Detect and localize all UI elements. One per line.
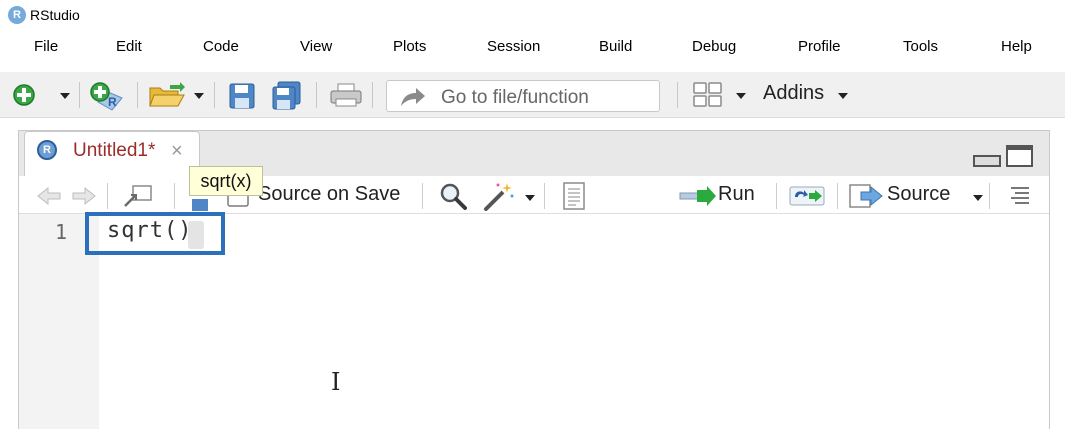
grid-layout-icon[interactable] [693, 82, 723, 113]
line-number: 1 [55, 220, 68, 244]
rstudio-window: R RStudio File Edit Code View Plots Sess… [0, 0, 1065, 429]
goto-file-input[interactable]: Go to file/function [386, 80, 660, 112]
save-icon[interactable] [229, 83, 255, 114]
tab-untitled1[interactable]: R Untitled1* × [24, 131, 200, 177]
menu-edit[interactable]: Edit [116, 38, 142, 55]
outline-icon[interactable] [1009, 185, 1031, 210]
print-icon[interactable] [330, 83, 362, 112]
search-icon[interactable] [439, 182, 467, 215]
menu-file[interactable]: File [34, 38, 58, 55]
menu-debug[interactable]: Debug [692, 38, 736, 55]
goto-arrow-icon [399, 86, 427, 113]
maximize-pane-icon[interactable] [1006, 145, 1033, 167]
menu-plots[interactable]: Plots [393, 38, 426, 55]
new-file-icon[interactable] [12, 83, 36, 112]
back-arrow-icon[interactable] [36, 186, 62, 211]
source-on-save-label[interactable]: Source on Save [258, 183, 400, 206]
source-icon[interactable] [849, 184, 885, 213]
menu-tools[interactable]: Tools [903, 38, 938, 55]
save-all-icon[interactable] [272, 81, 302, 116]
svg-text:R: R [108, 95, 117, 109]
menu-build[interactable]: Build [599, 38, 632, 55]
title-bar: R RStudio [0, 0, 1065, 30]
goto-placeholder: Go to file/function [441, 87, 589, 108]
code-tools-dropdown-icon[interactable] [525, 195, 535, 201]
r-file-icon: R [37, 140, 57, 160]
new-file-dropdown-icon[interactable] [60, 93, 70, 99]
menu-help[interactable]: Help [1001, 38, 1032, 55]
menu-bar: File Edit Code View Plots Session Build … [0, 34, 1065, 62]
editor-toolbar: Source on Save Run Source [19, 176, 1049, 214]
run-icon[interactable] [679, 186, 717, 211]
close-icon[interactable]: × [171, 140, 183, 163]
highlight-box [85, 212, 225, 255]
addins-menu[interactable]: Addins [763, 82, 824, 105]
magic-wand-icon[interactable] [483, 181, 515, 216]
function-tooltip: sqrt(x) [189, 166, 263, 196]
forward-arrow-icon[interactable] [71, 186, 97, 211]
tab-label: Untitled1* [73, 140, 156, 161]
open-dropdown-icon[interactable] [194, 93, 204, 99]
layout-dropdown-icon[interactable] [736, 93, 746, 99]
run-button[interactable]: Run [718, 183, 755, 206]
menu-session[interactable]: Session [487, 38, 540, 55]
menu-profile[interactable]: Profile [798, 38, 841, 55]
window-title: RStudio [30, 7, 80, 23]
main-toolbar: R Go to file/function Addins [0, 72, 1065, 118]
addins-dropdown-icon[interactable] [838, 93, 848, 99]
rstudio-logo-icon: R [8, 6, 26, 24]
minimize-pane-icon[interactable] [973, 155, 1001, 167]
rerun-icon[interactable] [789, 185, 827, 212]
text-cursor-icon: I [331, 368, 341, 396]
menu-view[interactable]: View [300, 38, 332, 55]
new-project-icon[interactable]: R [88, 80, 128, 117]
source-button[interactable]: Source [887, 183, 950, 206]
compile-notebook-icon[interactable] [562, 182, 586, 215]
menu-code[interactable]: Code [203, 38, 239, 55]
show-in-window-icon[interactable] [123, 184, 153, 213]
open-folder-icon[interactable] [148, 82, 186, 113]
source-dropdown-icon[interactable] [973, 195, 983, 201]
